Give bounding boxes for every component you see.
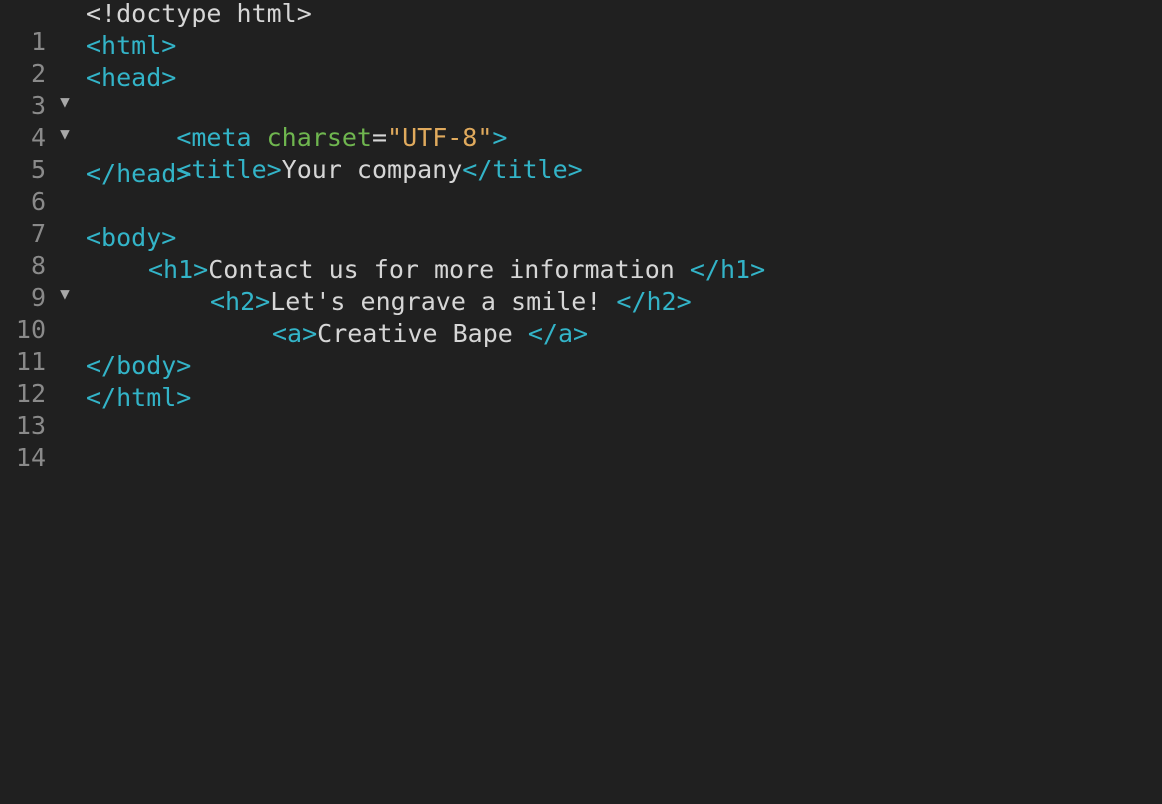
code-line-3[interactable]: 3 ▼ <head>	[0, 63, 1162, 144]
h2-open-tag: <h2>	[210, 287, 271, 316]
anchor-close-tag: </a>	[527, 319, 589, 348]
code-line-13[interactable]: 13 </html>	[0, 383, 1162, 440]
code-line-5[interactable]: 5 <title>Your company</title>	[0, 128, 1162, 184]
anchor-text: Creative Bape	[317, 319, 528, 348]
code-line-6[interactable]: 6 </head>	[0, 159, 1162, 216]
code-line-8[interactable]: 8 ▼ <body>	[0, 223, 1162, 304]
html-open-tag: <html>	[86, 31, 177, 60]
code-line-1[interactable]: 1 <!doctype html>	[0, 0, 1162, 56]
h2-close-tag: </h2>	[616, 287, 692, 316]
line-number: 14	[15, 443, 46, 472]
anchor-code: <a>Creative Bape </a>	[86, 320, 588, 348]
code-line-12[interactable]: 12 </body>	[0, 351, 1162, 408]
html-close-tag: </html>	[86, 383, 192, 412]
h2-text: Let's engrave a smile!	[270, 287, 617, 316]
code-line-9[interactable]: 9 <h1>Contact us for more information </…	[0, 256, 1162, 312]
h1-open-tag: <h1>	[148, 255, 209, 284]
code-line-10[interactable]: 10 <h2>Let's engrave a smile! </h2>	[0, 288, 1162, 344]
code-editor[interactable]: 1 <!doctype html> 2 ▼ <html> 3 ▼ <head> …	[0, 0, 1162, 804]
body-open-tag: <body>	[86, 223, 177, 252]
code-line-4[interactable]: 4 <meta charset="UTF-8">	[0, 96, 1162, 152]
h1-close-tag: </h1>	[689, 255, 766, 284]
code-line-14[interactable]: 14	[0, 416, 1162, 472]
code-line-11[interactable]: 11 <a>Creative Bape </a>	[0, 320, 1162, 376]
anchor-open-tag: <a>	[272, 319, 318, 348]
head-open-tag: <head>	[86, 63, 177, 92]
code-line-7[interactable]: 7	[0, 192, 1162, 248]
body-close-tag: </body>	[86, 351, 192, 380]
code-line-2[interactable]: 2 ▼ <html>	[0, 31, 1162, 112]
h1-code: <h1>Contact us for more information </h1…	[86, 256, 765, 284]
h2-code: <h2>Let's engrave a smile! </h2>	[86, 288, 692, 316]
h1-text: Contact us for more information	[208, 255, 690, 284]
code-text: <!doctype html>	[86, 0, 312, 28]
head-close-tag: </head>	[86, 159, 192, 188]
